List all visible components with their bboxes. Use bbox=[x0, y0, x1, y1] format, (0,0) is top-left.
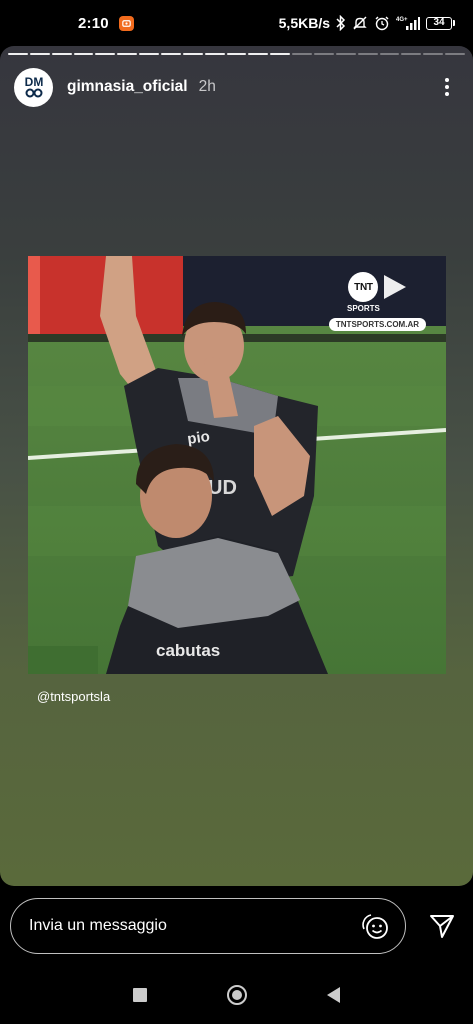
app-notification-icon bbox=[118, 15, 134, 31]
progress-segment bbox=[292, 53, 313, 55]
mute-icon bbox=[353, 16, 367, 30]
svg-text:pio: pio bbox=[186, 428, 211, 448]
recent-apps-icon[interactable] bbox=[133, 988, 147, 1002]
network-type: 4G+ bbox=[396, 17, 408, 23]
tnt-logo-icon: TNT bbox=[348, 272, 379, 302]
progress-segment bbox=[226, 53, 247, 55]
send-button[interactable] bbox=[428, 912, 456, 940]
story-progress-bar bbox=[8, 53, 466, 55]
progress-segment bbox=[29, 53, 50, 55]
story-time-ago: 2h bbox=[198, 78, 216, 95]
progress-segment bbox=[204, 53, 225, 55]
progress-segment bbox=[335, 53, 356, 55]
mention-sticker[interactable]: @tntsportsla bbox=[37, 689, 110, 704]
emoji-reaction-icon bbox=[362, 914, 388, 939]
send-icon bbox=[430, 915, 454, 938]
story-media[interactable]: pio UD cabutas TNT SPORTS TNTSPORTS.COM.… bbox=[28, 256, 446, 674]
avatar-text: DM bbox=[24, 75, 43, 89]
status-icons: 5,5KB/s 4G+ 34 bbox=[279, 15, 455, 31]
progress-segment bbox=[379, 53, 400, 55]
svg-text:cabutas: cabutas bbox=[156, 641, 220, 660]
broadcaster-watermark: TNT SPORTS TNTSPORTS.COM.AR bbox=[328, 272, 426, 331]
progress-segment bbox=[314, 53, 334, 55]
progress-segment bbox=[117, 53, 138, 55]
broadcaster-url: TNTSPORTS.COM.AR bbox=[328, 318, 426, 331]
back-icon[interactable] bbox=[327, 987, 340, 1003]
more-dots-icon bbox=[445, 78, 449, 82]
svg-text:UD: UD bbox=[208, 477, 237, 499]
battery-icon: 34 bbox=[426, 16, 455, 30]
status-bar: 2:10 5,5KB/s 4G+ 34 bbox=[0, 0, 473, 46]
system-nav-bar bbox=[0, 966, 473, 1024]
quick-reaction-button[interactable] bbox=[359, 910, 391, 942]
broadcaster-sub: SPORTS bbox=[346, 304, 380, 313]
progress-segment bbox=[357, 53, 378, 55]
progress-segment bbox=[401, 53, 422, 55]
progress-segment bbox=[445, 53, 466, 55]
story-viewer[interactable]: DM gimnasia_oficial 2h pio UD cabutas TN… bbox=[0, 46, 473, 886]
story-username[interactable]: gimnasia_oficial bbox=[67, 78, 188, 96]
reply-bar: Invia un messaggio bbox=[0, 886, 473, 966]
progress-segment bbox=[51, 53, 72, 55]
home-icon[interactable] bbox=[227, 985, 247, 1005]
progress-segment bbox=[248, 53, 269, 55]
play-icon bbox=[384, 275, 407, 299]
progress-segment bbox=[8, 53, 28, 55]
battery-level: 34 bbox=[426, 16, 452, 30]
progress-segment bbox=[95, 53, 116, 55]
more-options-button[interactable] bbox=[435, 72, 459, 102]
message-placeholder: Invia un messaggio bbox=[29, 917, 167, 934]
club-logo-icon: DM bbox=[24, 75, 43, 98]
progress-segment bbox=[161, 53, 181, 55]
progress-segment bbox=[423, 53, 444, 55]
progress-segment bbox=[182, 53, 203, 55]
clock: 2:10 bbox=[78, 14, 109, 32]
bluetooth-icon bbox=[336, 15, 346, 31]
signal-icon: 4G+ bbox=[396, 17, 420, 30]
story-header: DM gimnasia_oficial 2h bbox=[14, 67, 459, 107]
progress-segment bbox=[139, 53, 160, 55]
message-input[interactable]: Invia un messaggio bbox=[10, 898, 406, 954]
avatar[interactable]: DM bbox=[14, 67, 53, 107]
progress-segment bbox=[73, 53, 94, 55]
network-speed: 5,5KB/s bbox=[278, 15, 330, 31]
progress-segment bbox=[270, 53, 291, 55]
alarm-icon bbox=[375, 16, 389, 31]
